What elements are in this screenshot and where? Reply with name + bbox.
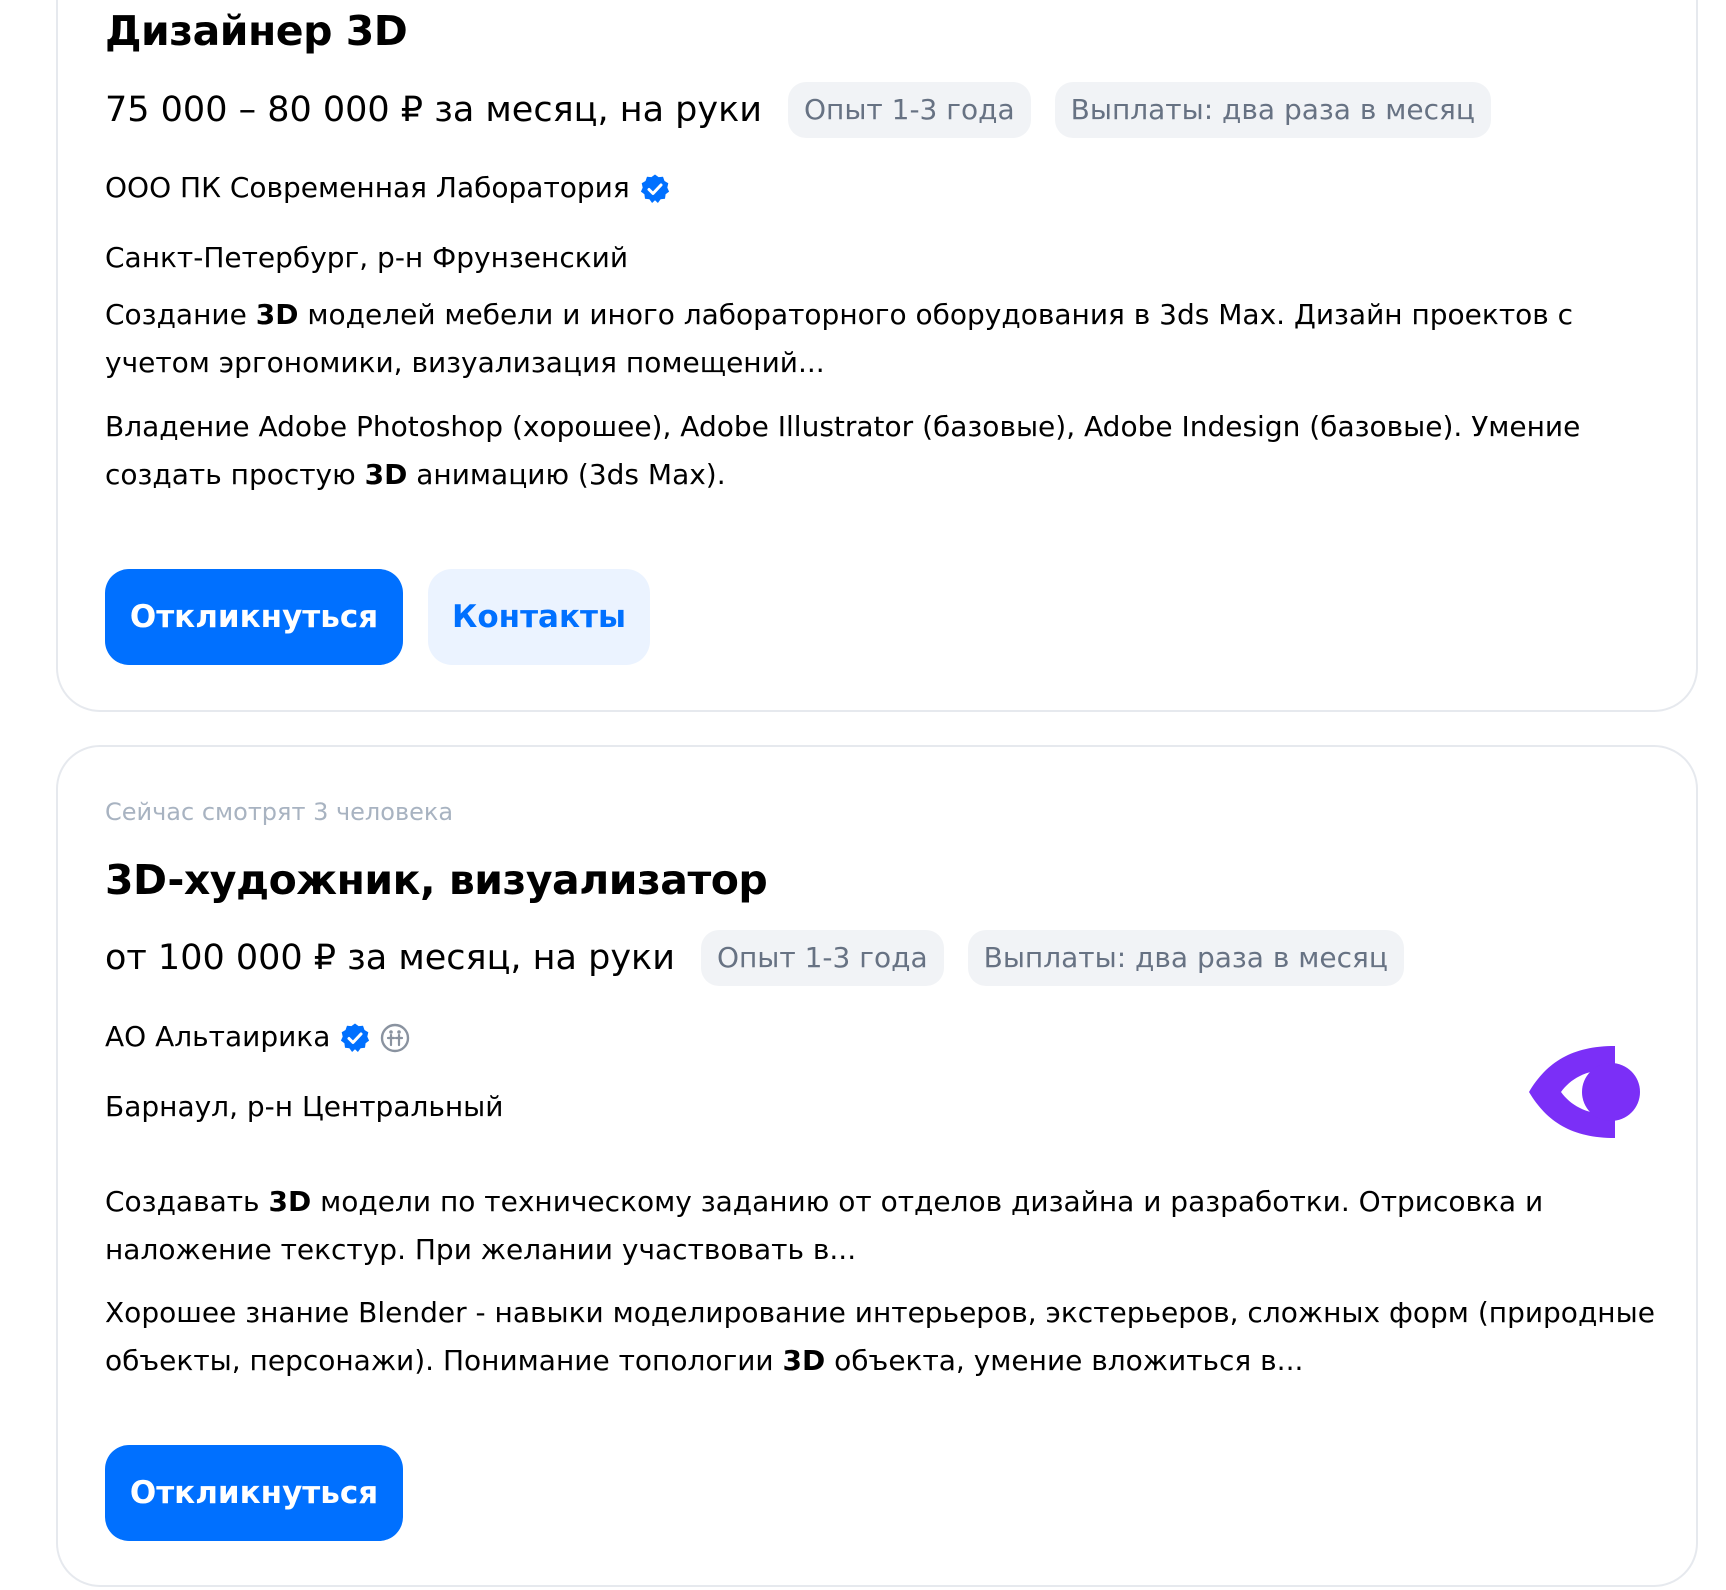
accessibility-icon[interactable] bbox=[380, 1023, 410, 1053]
description: Создавать 3D модели по техническому зада… bbox=[105, 1185, 1544, 1266]
contacts-button[interactable]: Контакты bbox=[428, 569, 650, 665]
location: Барнаул, р-н Центральный bbox=[105, 1090, 504, 1123]
verified-badge-icon bbox=[341, 1023, 370, 1052]
company-row: АО Альтаирика bbox=[105, 1019, 410, 1055]
vacancy-card: Дизайнер 3D 75 000 – 80 000 ₽ за месяц, … bbox=[56, 0, 1698, 712]
experience-tag: Опыт 1-3 года bbox=[700, 930, 944, 986]
vacancy-card: Сейчас смотрят 3 человека 3D-художник, в… bbox=[56, 745, 1698, 1587]
verified-badge-icon bbox=[640, 174, 669, 203]
requirements: Хорошее знание Blender - навыки моделиро… bbox=[105, 1296, 1655, 1377]
company-name[interactable]: АО Альтаирика bbox=[105, 1020, 330, 1053]
vacancy-title[interactable]: Дизайнер 3D bbox=[105, 6, 408, 56]
payment-tag: Выплаты: два раза в месяц bbox=[1054, 82, 1491, 138]
location: Санкт-Петербург, р-н Фрунзенский bbox=[105, 241, 629, 274]
salary: от 100 000 ₽ за месяц, на руки bbox=[105, 938, 675, 978]
company-name[interactable]: ООО ПК Современная Лаборатория bbox=[105, 171, 630, 204]
viewers-count: Сейчас смотрят 3 человека bbox=[105, 798, 454, 826]
salary: 75 000 – 80 000 ₽ за месяц, на руки bbox=[105, 90, 762, 130]
experience-tag: Опыт 1-3 года bbox=[787, 82, 1031, 138]
description: Создание 3D моделей мебели и иного лабор… bbox=[105, 298, 1574, 379]
apply-button[interactable]: Откликнуться bbox=[105, 1445, 403, 1541]
company-logo[interactable] bbox=[1527, 1032, 1647, 1152]
vacancy-title[interactable]: 3D-художник, визуализатор bbox=[105, 855, 768, 905]
payment-tag: Выплаты: два раза в месяц bbox=[967, 930, 1404, 986]
apply-button[interactable]: Откликнуться bbox=[105, 569, 403, 665]
company-row: ООО ПК Современная Лаборатория bbox=[105, 170, 671, 206]
requirements: Владение Adobe Photoshop (хорошее), Adob… bbox=[105, 410, 1581, 491]
